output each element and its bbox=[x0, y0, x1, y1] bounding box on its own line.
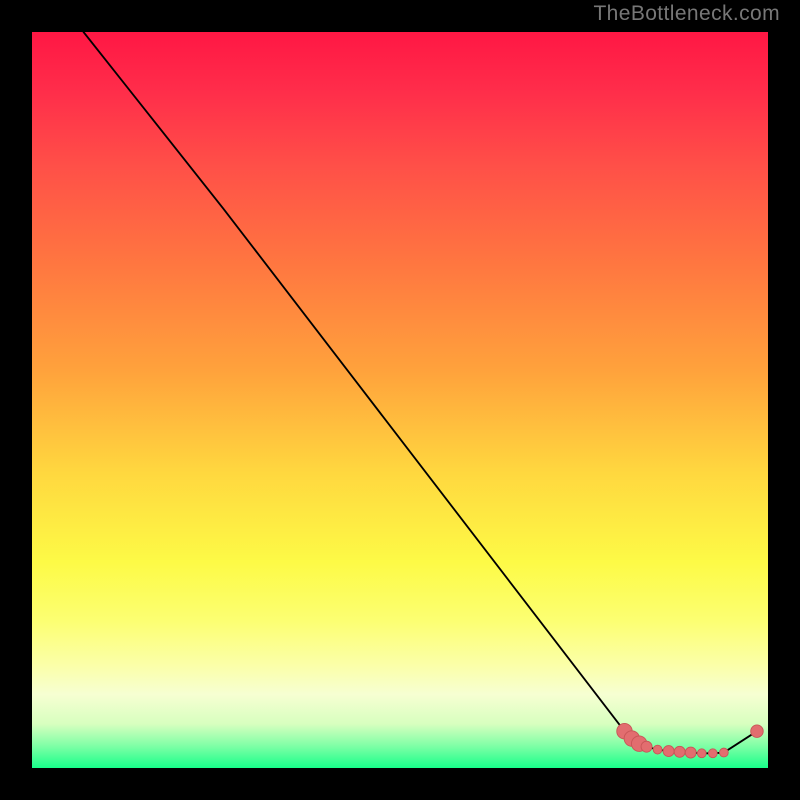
gradient-plot-area bbox=[32, 32, 768, 768]
chart-frame: TheBottleneck.com bbox=[0, 0, 800, 800]
watermark-text: TheBottleneck.com bbox=[593, 2, 780, 26]
